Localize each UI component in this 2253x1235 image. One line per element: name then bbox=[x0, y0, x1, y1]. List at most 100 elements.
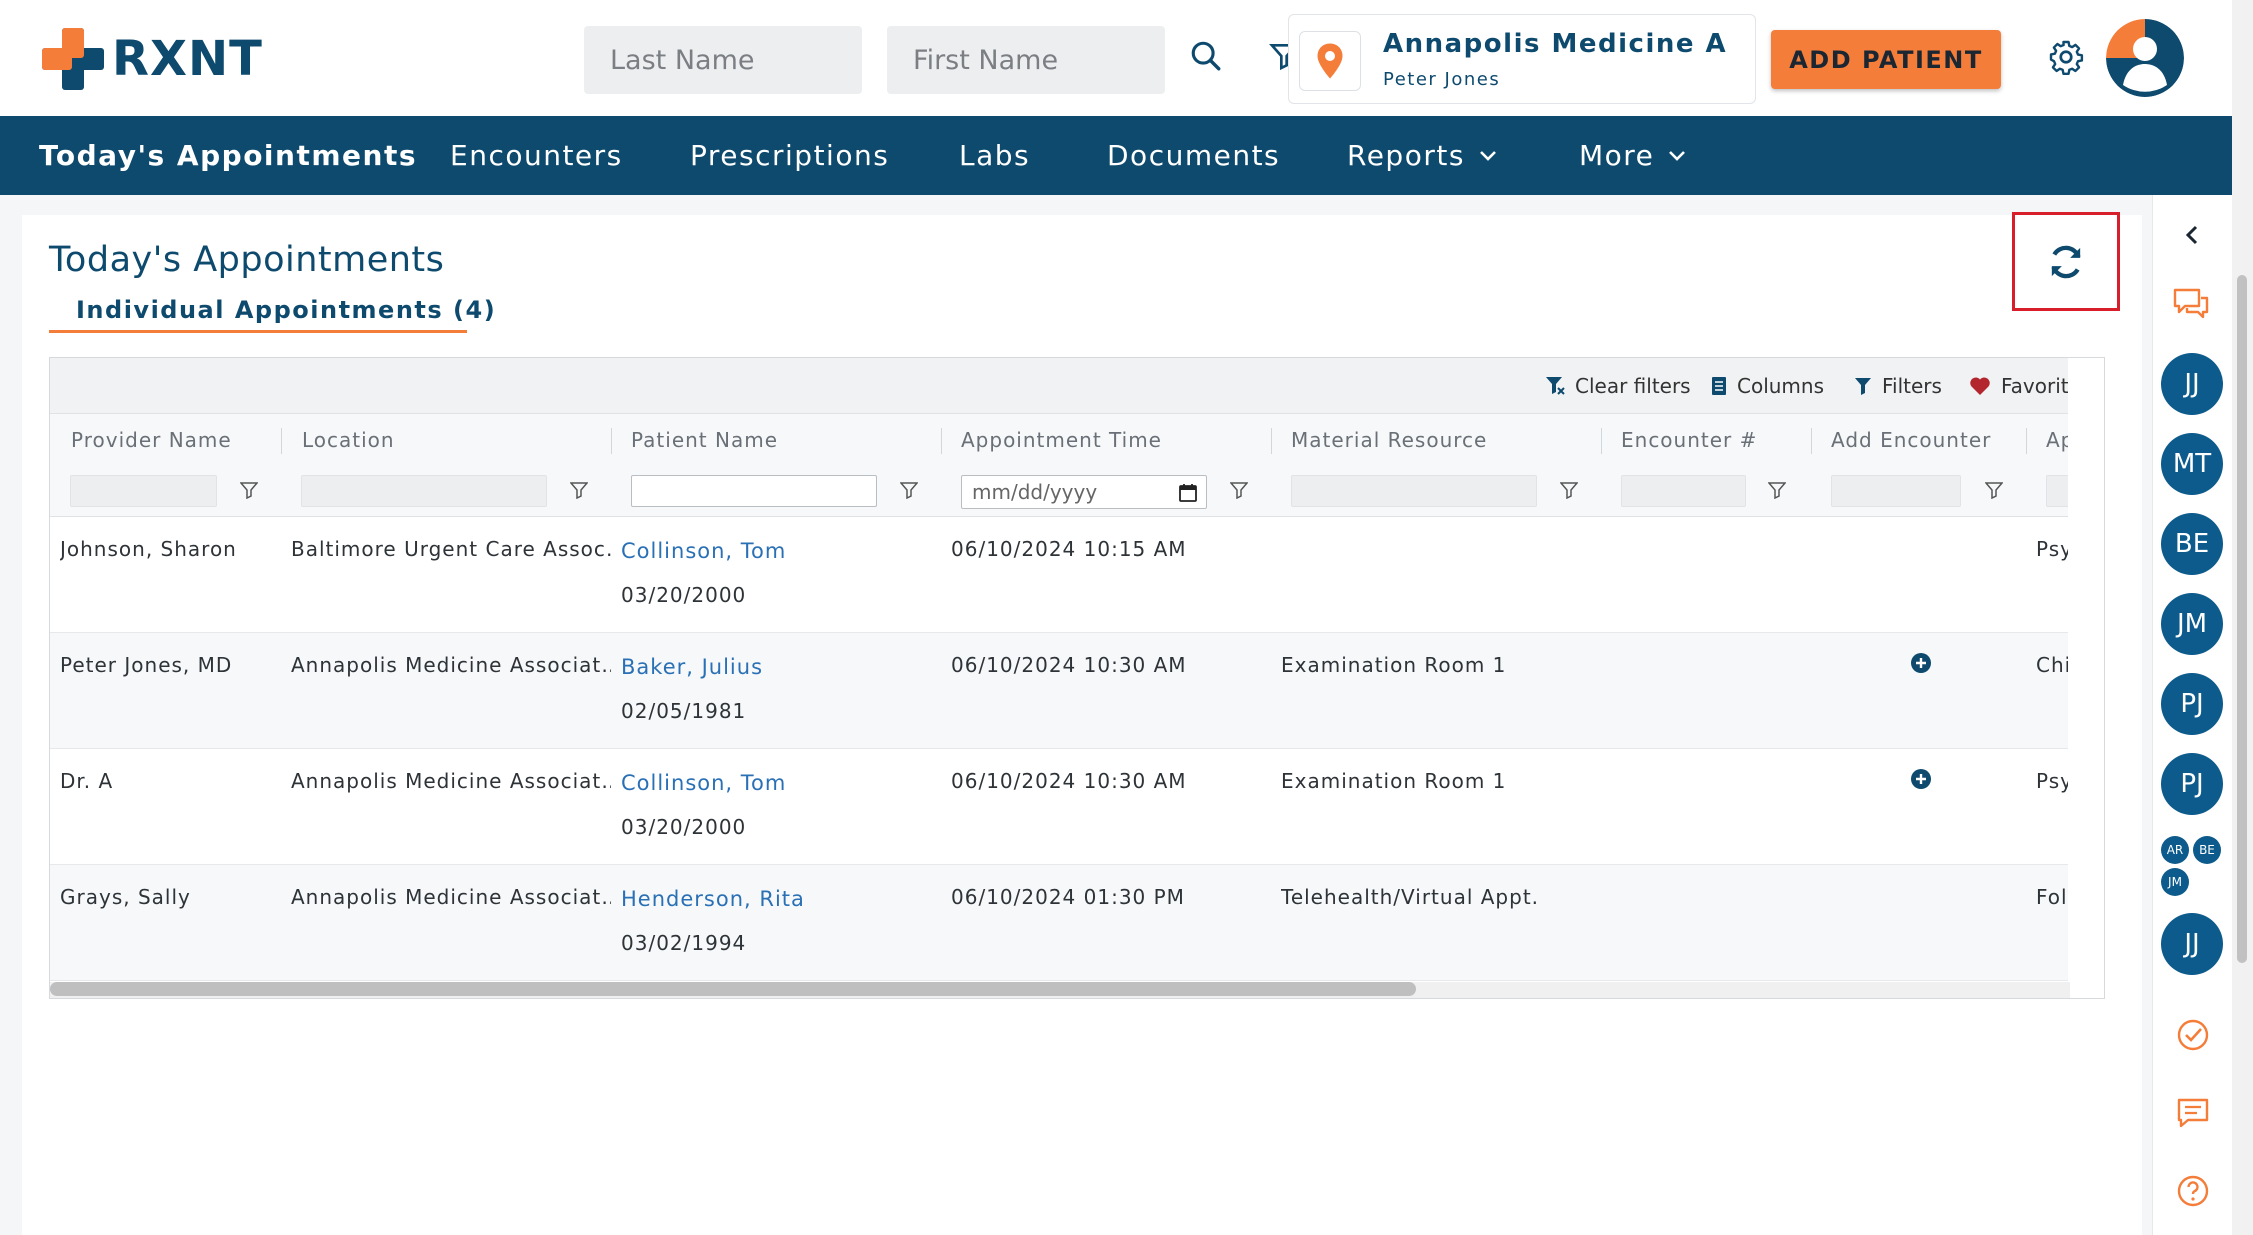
table-row[interactable]: Grays, Sally Annapolis Medicine Associat… bbox=[50, 865, 2073, 981]
columns-icon bbox=[1712, 376, 1726, 395]
horizontal-scrollbar-thumb[interactable] bbox=[50, 982, 1416, 996]
chat-icon[interactable] bbox=[2167, 283, 2215, 327]
nav-more-label: More bbox=[1579, 139, 1655, 172]
column-divider[interactable] bbox=[1601, 428, 1602, 454]
nav-encounters[interactable]: Encounters bbox=[450, 116, 623, 195]
location-filter-input[interactable] bbox=[301, 475, 547, 507]
col-header-add-encounter[interactable]: Add Encounter bbox=[1831, 414, 1991, 466]
add-patient-button[interactable]: ADD PATIENT bbox=[1771, 30, 2001, 89]
appointment-time-cell: 06/10/2024 10:30 AM bbox=[951, 769, 1187, 793]
check-circle-icon[interactable] bbox=[2173, 1015, 2213, 1055]
appointment-date-filter-input[interactable]: mm/dd/yyyy bbox=[961, 475, 1207, 509]
col-header-material-resource[interactable]: Material Resource bbox=[1291, 414, 1487, 466]
provider-cell: Grays, Sally bbox=[60, 885, 191, 909]
filter-icon[interactable] bbox=[1768, 481, 1786, 499]
nav-todays-appointments[interactable]: Today's Appointments bbox=[39, 116, 417, 195]
filter-icon[interactable] bbox=[1985, 481, 2003, 499]
patient-name-link[interactable]: Baker, Julius bbox=[621, 655, 763, 679]
column-divider[interactable] bbox=[611, 428, 612, 454]
column-divider[interactable] bbox=[2026, 428, 2027, 454]
user-avatar[interactable]: MT bbox=[2161, 433, 2223, 495]
add-circle-icon[interactable] bbox=[1911, 653, 1931, 673]
nav-more[interactable]: More bbox=[1579, 116, 1686, 195]
right-rail: JJ MT BE JM PJ PJ AR BE JM JJ bbox=[2152, 195, 2233, 1235]
column-divider[interactable] bbox=[1271, 428, 1272, 454]
location-cell: Annapolis Medicine Associat… bbox=[291, 769, 611, 793]
column-divider[interactable] bbox=[281, 428, 282, 454]
col-header-provider[interactable]: Provider Name bbox=[71, 414, 232, 466]
refresh-icon bbox=[2051, 245, 2081, 278]
filter-icon[interactable] bbox=[570, 481, 588, 499]
patient-name-link[interactable]: Collinson, Tom bbox=[621, 771, 786, 795]
filter-icon[interactable] bbox=[1560, 481, 1578, 499]
table-row[interactable]: Peter Jones, MD Annapolis Medicine Assoc… bbox=[50, 633, 2070, 749]
date-placeholder: mm/dd/yyyy bbox=[972, 480, 1098, 504]
location-selector[interactable]: Annapolis Medicine A Peter Jones bbox=[1288, 14, 1756, 104]
first-name-search-input[interactable] bbox=[887, 26, 1165, 94]
material-resource-filter-input[interactable] bbox=[1291, 475, 1537, 507]
filter-icon[interactable] bbox=[1230, 481, 1248, 499]
user-avatar[interactable]: JM bbox=[2161, 593, 2223, 655]
help-icon[interactable] bbox=[2173, 1171, 2213, 1211]
location-cell: Baltimore Urgent Care Assoc… bbox=[291, 537, 611, 561]
grid-vertical-gutter bbox=[2068, 358, 2104, 998]
column-divider[interactable] bbox=[941, 428, 942, 454]
col-header-patient[interactable]: Patient Name bbox=[631, 414, 778, 466]
add-circle-icon[interactable] bbox=[1911, 769, 1931, 789]
location-user: Peter Jones bbox=[1383, 69, 1501, 90]
clear-filters-label: Clear filters bbox=[1575, 373, 1691, 398]
search-icon[interactable] bbox=[1186, 36, 1226, 76]
mini-avatar[interactable]: JM bbox=[2161, 868, 2189, 896]
location-name: Annapolis Medicine A bbox=[1383, 29, 1728, 59]
rxnt-logo[interactable]: RXNT bbox=[42, 28, 263, 90]
user-avatar-icon[interactable] bbox=[2106, 19, 2184, 97]
col-header-encounter-number[interactable]: Encounter # bbox=[1621, 414, 1757, 466]
provider-filter-input[interactable] bbox=[70, 475, 217, 507]
grid-header-row: Provider Name Location Patient Name Appo… bbox=[50, 414, 2104, 466]
logo-cross-icon bbox=[42, 28, 104, 90]
nav-prescriptions[interactable]: Prescriptions bbox=[690, 116, 889, 195]
col-header-location[interactable]: Location bbox=[302, 414, 395, 466]
user-avatar[interactable]: BE bbox=[2161, 513, 2223, 575]
location-cell: Annapolis Medicine Associat… bbox=[291, 885, 611, 909]
encounter-number-filter-input[interactable] bbox=[1621, 475, 1746, 507]
clear-filters-button[interactable]: Clear filters bbox=[1545, 358, 1691, 413]
table-row[interactable]: Johnson, Sharon Baltimore Urgent Care As… bbox=[50, 517, 2072, 633]
user-avatar[interactable]: PJ bbox=[2161, 753, 2223, 815]
patient-filter-input[interactable] bbox=[631, 475, 877, 507]
column-divider[interactable] bbox=[1811, 428, 1812, 454]
nav-reports[interactable]: Reports bbox=[1347, 116, 1497, 195]
add-encounter-filter-input[interactable] bbox=[1831, 475, 1961, 507]
nav-reports-label: Reports bbox=[1347, 139, 1465, 172]
table-row[interactable]: Dr. A Annapolis Medicine Associat… Colli… bbox=[50, 749, 2072, 865]
tab-individual-appointments[interactable]: Individual Appointments (4) bbox=[49, 290, 495, 333]
last-name-search-input[interactable] bbox=[584, 26, 862, 94]
user-avatar[interactable]: JJ bbox=[2161, 913, 2223, 975]
user-avatar[interactable]: PJ bbox=[2161, 673, 2223, 735]
nav-labs[interactable]: Labs bbox=[959, 116, 1030, 195]
mini-avatar[interactable]: AR bbox=[2161, 836, 2189, 864]
refresh-button[interactable] bbox=[2012, 212, 2120, 311]
patient-name-link[interactable]: Collinson, Tom bbox=[621, 539, 786, 563]
col-header-appointment-time[interactable]: Appointment Time bbox=[961, 414, 1162, 466]
appointments-grid: Clear filters Columns Filters Favorites … bbox=[49, 357, 2105, 999]
gear-icon[interactable] bbox=[2046, 37, 2086, 77]
mini-avatar[interactable]: BE bbox=[2193, 836, 2221, 864]
filter-icon[interactable] bbox=[240, 481, 258, 499]
appointment-type-cell: Chi bbox=[2036, 653, 2072, 677]
user-avatar[interactable]: JJ bbox=[2161, 353, 2223, 415]
calendar-icon[interactable] bbox=[1178, 483, 1198, 503]
patient-name-link[interactable]: Henderson, Rita bbox=[621, 887, 805, 911]
columns-button[interactable]: Columns bbox=[1711, 358, 1824, 413]
chevron-down-icon bbox=[1668, 150, 1686, 162]
message-icon[interactable] bbox=[2173, 1093, 2213, 1133]
filter-icon[interactable] bbox=[900, 481, 918, 499]
grid-toolbar: Clear filters Columns Filters Favorites bbox=[50, 358, 2104, 414]
main-nav: Today's Appointments Encounters Prescrip… bbox=[0, 116, 2232, 195]
filters-label: Filters bbox=[1882, 373, 1942, 398]
chevron-down-icon bbox=[1479, 150, 1497, 162]
chevron-left-icon[interactable] bbox=[2177, 220, 2207, 250]
nav-documents[interactable]: Documents bbox=[1107, 116, 1280, 195]
filters-button[interactable]: Filters bbox=[1854, 358, 1942, 413]
page-vertical-scrollbar-thumb[interactable] bbox=[2237, 275, 2247, 963]
